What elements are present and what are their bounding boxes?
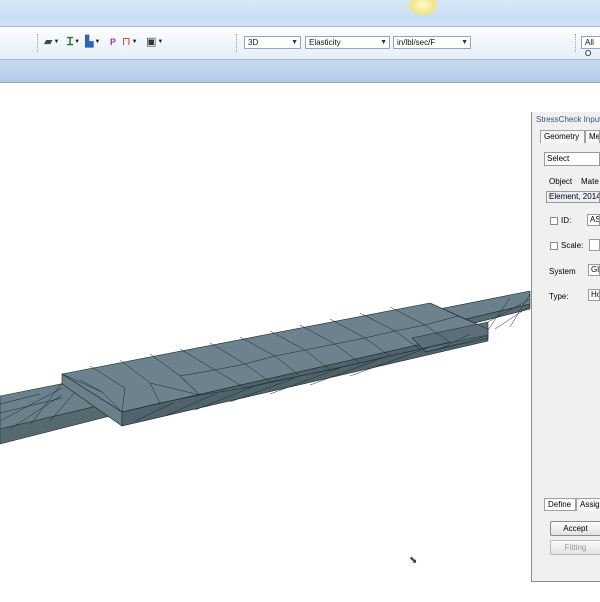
secondary-toolbar [0,60,600,83]
mesh-model[interactable] [0,83,600,600]
view-mode-select[interactable]: 3D ▼ [244,36,301,49]
chevron-down-icon: ▼ [291,39,298,46]
cursor-highlight [408,0,438,16]
fitting-button[interactable]: Fitting [550,540,600,555]
system-select[interactable]: Gl [588,264,600,276]
p-icon[interactable]: P [110,35,116,49]
object-value: Element, 2014 [549,192,600,201]
id-value: AS [590,215,600,224]
load-icon[interactable]: ▣ ▼ [146,35,163,49]
id-field[interactable]: AS [587,214,600,226]
method-select-value: Select [547,154,570,163]
analysis-type-select[interactable]: Elasticity ▼ [305,36,390,49]
chevron-down-icon: ▼ [461,39,468,46]
assign-icon[interactable]: ▙ ▼ [85,35,100,49]
accept-button[interactable]: Accept [550,521,600,536]
scale-label: Scale: [561,241,584,250]
mouse-cursor-icon: ⬊ [409,555,418,566]
units-select[interactable]: in/lbl/sec/F ▼ [393,36,471,49]
model-viewport[interactable]: ⬊ [0,83,600,600]
type-label: Type: [549,292,569,301]
tab-assign[interactable]: Assig [576,498,600,511]
chevron-down-icon: ▼ [380,39,387,46]
system-label: System [549,267,576,276]
material-label: Mate [581,177,599,186]
menu-band [0,20,600,27]
constraint-icon[interactable]: ⊓ ▼ [122,35,138,49]
scale-field[interactable] [589,239,600,251]
toolbar-grip[interactable] [575,34,579,52]
toolbar-grip[interactable] [236,34,240,52]
units-value: in/lbl/sec/F [397,38,436,47]
tab-mesh[interactable]: Me [585,130,600,143]
type-select[interactable]: Ho [588,289,600,301]
system-value: Gl [591,265,599,274]
i-beam-icon[interactable]: Ɪ ▼ [67,35,80,49]
id-checkbox[interactable] [550,217,558,225]
object-label: Object [549,177,573,186]
panel-title: StressCheck Input [536,115,600,124]
id-label: ID: [561,216,572,225]
object-field[interactable]: Element, 2014 [546,191,600,203]
window-title-bar [0,0,600,21]
tab-geometry[interactable]: Geometry [540,130,585,143]
tab-define[interactable]: Define [544,498,576,511]
analysis-type-value: Elasticity [309,38,341,47]
filter-select[interactable]: All O [581,36,600,58]
method-select[interactable]: Select [544,152,600,166]
scale-checkbox[interactable] [550,242,558,250]
shape-icon[interactable]: ▰ ▼ [44,35,59,49]
toolbar-grip[interactable] [37,34,41,52]
type-value: Ho [591,290,599,299]
view-mode-value: 3D [248,38,259,47]
